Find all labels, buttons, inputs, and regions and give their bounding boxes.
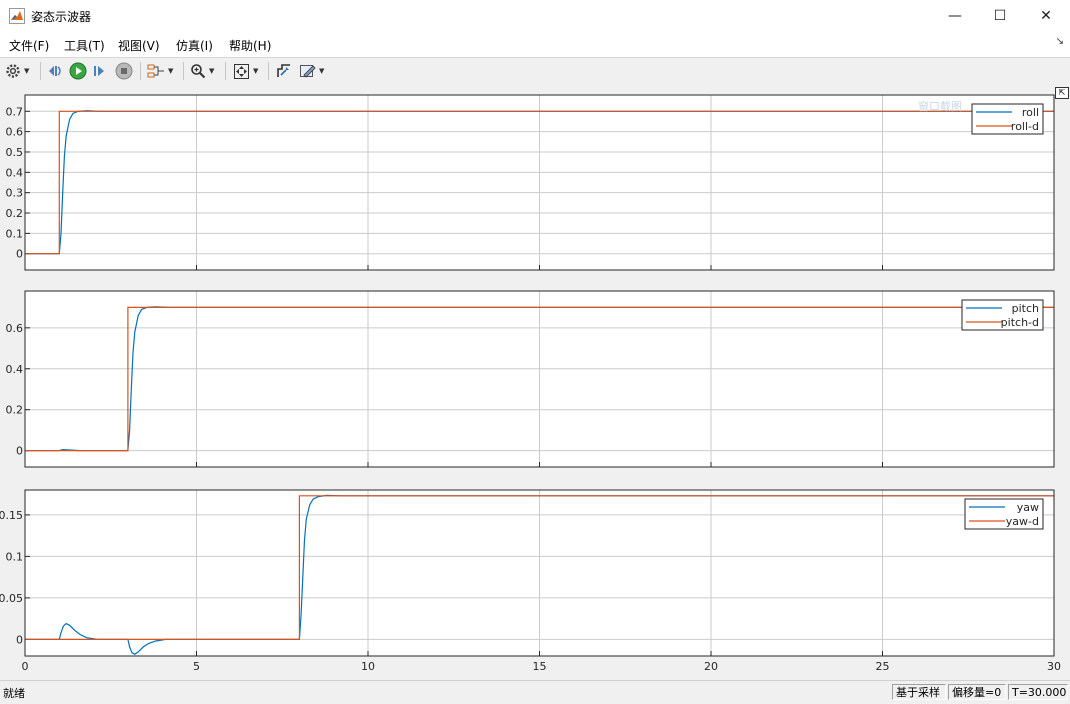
- menu-simulation[interactable]: 仿真(I): [176, 37, 213, 54]
- toolbar-separator: [225, 62, 226, 80]
- chevron-down-icon: ▼: [24, 67, 30, 75]
- toolbar: ▼ ▼ ▼ ▼ ▼: [0, 57, 1070, 85]
- cursor-measure-button[interactable]: [276, 61, 292, 81]
- toolbar-separator: [40, 62, 41, 80]
- signal-selector-icon: [147, 64, 164, 78]
- stop-icon: [115, 62, 133, 80]
- overlay-watermark: 窗口截图: [918, 99, 962, 113]
- matlab-app-icon: [9, 8, 25, 24]
- y-tick-label: 0.05: [0, 592, 23, 605]
- maximize-icon: ☐: [993, 7, 1007, 24]
- menu-tools[interactable]: 工具(T): [64, 37, 105, 54]
- legend-roll-d-label: roll-d: [1011, 120, 1039, 133]
- chevron-down-icon: ▼: [209, 67, 215, 75]
- title-bar: 姿态示波器 — ☐ ✕: [0, 0, 1070, 32]
- status-text: 就绪: [3, 687, 25, 700]
- minimize-button[interactable]: —: [932, 0, 978, 31]
- legend-pitch-d-label: pitch-d: [1001, 316, 1039, 329]
- zoom-icon: [191, 64, 206, 79]
- y-tick-label: 0.2: [6, 404, 24, 417]
- legend-yaw-d-label: yaw-d: [1006, 515, 1039, 528]
- sample-mode-status: 基于采样: [892, 684, 946, 700]
- maximize-button[interactable]: ☐: [977, 0, 1023, 31]
- undock-icon: ⇱: [1058, 88, 1066, 97]
- settings-button[interactable]: ▼: [5, 61, 29, 81]
- fit-to-view-button[interactable]: ▼: [233, 61, 258, 81]
- step-forward-icon: [94, 66, 104, 76]
- x-tick-label: 0: [22, 660, 29, 673]
- x-tick-label: 5: [193, 660, 200, 673]
- x-tick-label: 25: [876, 660, 890, 673]
- y-tick-label: 0: [16, 445, 23, 458]
- x-tick-label: 15: [533, 660, 547, 673]
- menu-view[interactable]: 视图(V): [118, 37, 160, 54]
- menu-bar: 文件(F) 工具(T) 视图(V) 仿真(I) 帮助(H) ↘: [0, 33, 1070, 55]
- chevron-down-icon: ▼: [253, 67, 259, 75]
- menu-dock-arrow-icon[interactable]: ↘: [1056, 36, 1064, 47]
- scope-plots: 0 0.1 0.2 0.3 0.4 0.5 0.6 0.7 rollroll-d 0 0.2 0.4 0…: [0, 94, 1061, 673]
- window-title: 姿态示波器: [31, 10, 92, 24]
- chevron-down-icon: ▼: [319, 67, 325, 75]
- scope-canvas: 0 0.1 0.2 0.3 0.4 0.5 0.6 0.7 roll roll-d 0 0.2 0.4 0…: [0, 84, 1070, 680]
- x-tick-label: 30: [1047, 660, 1061, 673]
- gear-icon: [6, 64, 20, 78]
- toolbar-separator: [140, 62, 141, 80]
- y-tick-label: 0.4: [6, 166, 24, 179]
- y-tick-label: 0.15: [0, 509, 23, 522]
- cursor-measure-icon: [277, 64, 290, 77]
- y-tick-label: 0.1: [6, 550, 24, 563]
- y-tick-label: 0.7: [6, 105, 24, 118]
- toolbar-separator: [268, 62, 269, 80]
- step-back-icon: [49, 66, 61, 76]
- toolbar-separator: [183, 62, 184, 80]
- minimize-icon: —: [948, 7, 962, 24]
- run-icon: [69, 62, 87, 80]
- legend-roll-label: roll: [1022, 106, 1039, 119]
- y-tick-label: 0.5: [6, 146, 24, 159]
- run-button[interactable]: [69, 61, 87, 81]
- step-forward-button[interactable]: [92, 61, 108, 81]
- y-tick-label: 0.3: [6, 187, 24, 200]
- step-back-button[interactable]: [47, 61, 63, 81]
- offset-status: 偏移量=0: [948, 684, 1006, 700]
- menu-file[interactable]: 文件(F): [9, 37, 49, 54]
- status-bar: 就绪 基于采样 偏移量=0 T=30.000: [0, 680, 1070, 704]
- stop-button[interactable]: [115, 61, 133, 81]
- y-tick-label: 0: [16, 633, 23, 646]
- y-tick-label: 0.4: [6, 363, 24, 376]
- undock-button[interactable]: ⇱: [1055, 87, 1069, 99]
- close-button[interactable]: ✕: [1023, 0, 1069, 31]
- zoom-button[interactable]: ▼: [190, 61, 214, 81]
- x-tick-label: 20: [704, 660, 718, 673]
- x-tick-label: 10: [361, 660, 375, 673]
- signal-selector-button[interactable]: ▼: [147, 61, 173, 81]
- time-status: T=30.000: [1008, 684, 1068, 700]
- y-tick-label: 0.1: [6, 227, 24, 240]
- menu-help[interactable]: 帮助(H): [229, 37, 271, 54]
- legend-pitch-label: pitch: [1012, 302, 1039, 315]
- chevron-down-icon: ▼: [168, 67, 174, 75]
- fit-to-view-icon: [234, 63, 249, 79]
- y-tick-label: 0: [16, 248, 23, 261]
- legend-yaw-label: yaw: [1017, 501, 1039, 514]
- style-icon: [300, 65, 316, 78]
- y-tick-label: 0.6: [6, 322, 24, 335]
- close-icon: ✕: [1040, 7, 1052, 24]
- y-tick-label: 0.6: [6, 126, 24, 139]
- style-button[interactable]: ▼: [299, 61, 324, 81]
- y-tick-label: 0.2: [6, 207, 24, 220]
